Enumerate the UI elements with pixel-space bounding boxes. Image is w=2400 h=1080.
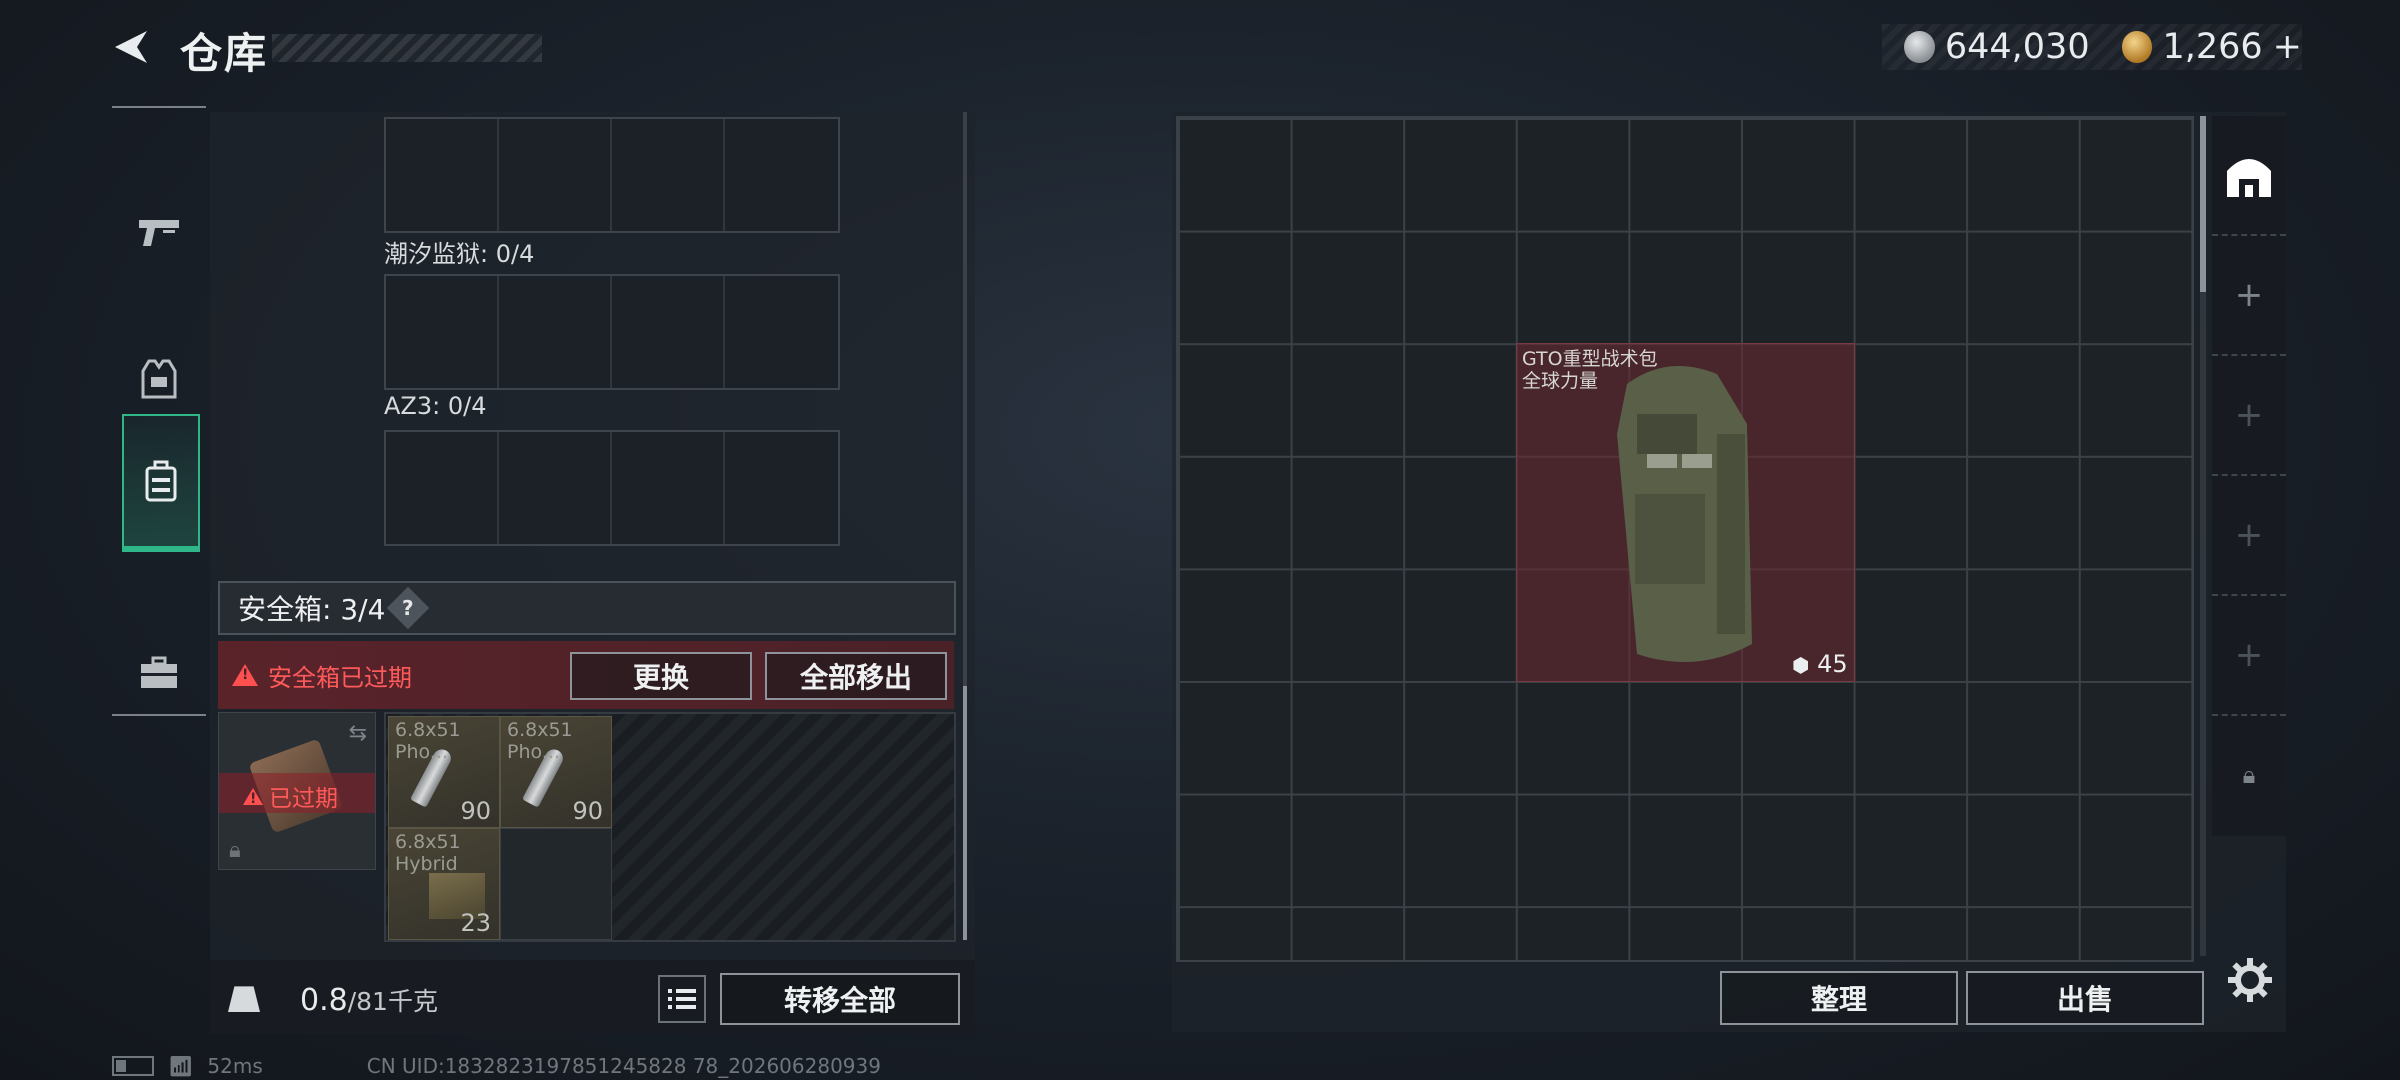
ammo-item[interactable]: 6.8x51 Hybrid 23: [388, 828, 500, 940]
tab-add-1[interactable]: +: [2212, 236, 2286, 356]
warning-icon: [232, 664, 258, 686]
user-id: CN UID:1832823197851245828 78_2026062809…: [366, 1054, 881, 1078]
item-name-text: 6.8x51 Pho...: [395, 719, 461, 763]
tab-add-3[interactable]: +: [2212, 476, 2286, 596]
back-button[interactable]: [108, 24, 154, 70]
expired-message: 安全箱已过期: [232, 658, 412, 693]
title-decoration: [272, 34, 542, 62]
transfer-all-button[interactable]: 转移全部: [720, 973, 960, 1025]
stash-home-icon: [2227, 159, 2271, 197]
tab-add-2[interactable]: +: [2212, 356, 2286, 476]
toolbox-icon: [141, 656, 177, 688]
help-button[interactable]: ?: [387, 586, 430, 630]
tactical-backpack-icon: [1617, 366, 1752, 662]
ammo-item[interactable]: 6.8x51 Pho... 90: [388, 716, 500, 828]
swap-icon[interactable]: ⇆: [349, 721, 367, 746]
weight-current: 0.8: [300, 983, 348, 1018]
nav-backpack[interactable]: [122, 414, 200, 552]
pistol-icon: [139, 220, 179, 246]
plus-icon: +: [2234, 515, 2264, 555]
plus-icon: +: [2234, 635, 2264, 675]
case-expired-status: 已过期: [243, 779, 338, 813]
vest-icon: [141, 359, 177, 399]
item-name-text: 6.8x51 Pho...: [507, 719, 573, 763]
case-expired-label: 已过期: [269, 786, 338, 812]
capacity-icon: ⬢: [1792, 653, 1810, 677]
silver-amount: 644,030: [1944, 27, 2090, 67]
safebox-capacity: 安全箱: 3/4: [238, 593, 386, 626]
weight-max: /81千克: [347, 987, 438, 1016]
wifi-icon: 📶︎: [168, 1054, 194, 1078]
item-count: 90: [572, 797, 603, 825]
replace-button[interactable]: 更换: [570, 652, 752, 700]
item-name: 6.8x51 Pho...: [395, 719, 461, 763]
help-icon: ?: [402, 595, 415, 620]
tab-locked[interactable]: 🔒︎: [2212, 716, 2286, 834]
stash-scrollbar-thumb[interactable]: [2200, 116, 2206, 292]
backpack-item[interactable]: [1516, 343, 1855, 682]
nav-tools[interactable]: [122, 608, 196, 738]
safebox-header: 安全箱: 3/4 ?: [218, 581, 956, 635]
status-footer: 📶︎ 52ms CN UID:1832823197851245828 78_20…: [112, 1054, 881, 1078]
slot-label-az3: AZ3: 0/4: [384, 392, 487, 420]
currency-bar: 644,030 1,266 +: [1882, 24, 2302, 70]
list-icon: [668, 989, 696, 1009]
equipment-nav: [112, 106, 206, 716]
carry-weight: 0.8/81千克: [300, 982, 438, 1018]
warning-icon: [243, 787, 263, 807]
item-name: GTO重型战术包 全球力量: [1522, 348, 1658, 392]
slot-label-tidal-prison: 潮汐监狱: 0/4: [384, 240, 535, 268]
safebox-case-slot[interactable]: 已过期 ⇆ 🔒︎: [218, 712, 376, 870]
capacity-value: 45: [1817, 650, 1848, 678]
gold-amount: 1,266: [2162, 27, 2263, 67]
item-name-text: 6.8x51 Hybrid: [395, 831, 461, 875]
item-count: 23: [460, 909, 491, 937]
tab-stash-home[interactable]: [2212, 116, 2286, 236]
back-arrow-icon: [115, 31, 147, 63]
container-slot-grid[interactable]: [384, 117, 840, 233]
settings-button[interactable]: [2222, 952, 2278, 1008]
plus-icon: +: [2234, 275, 2264, 315]
lock-icon: 🔒︎: [229, 838, 241, 863]
gear-icon: [2228, 958, 2272, 1002]
page-title: 仓库: [180, 29, 269, 78]
item-name: 6.8x51 Pho...: [507, 719, 573, 763]
sell-button[interactable]: 出售: [1966, 971, 2204, 1025]
container-slot-grid[interactable]: [384, 430, 840, 546]
scrollbar-thumb[interactable]: [963, 686, 967, 940]
ammo-item[interactable]: 6.8x51 Pho... 90: [500, 716, 612, 828]
remove-all-button[interactable]: 全部移出: [765, 652, 947, 700]
backpack-icon: [145, 460, 177, 502]
item-capacity: ⬢ 45: [1792, 650, 1848, 678]
safebox-grid: 6.8x51 Pho... 90 6.8x51 Pho... 90 6.8x51…: [384, 712, 956, 942]
lock-icon: 🔒︎: [2242, 761, 2256, 789]
tab-add-4[interactable]: +: [2212, 596, 2286, 716]
ping-value: 52ms: [207, 1054, 263, 1078]
stash-tabs: + + + + 🔒︎: [2212, 116, 2286, 836]
empty-slot[interactable]: [500, 828, 612, 940]
gold-coin-icon: [2121, 31, 2153, 63]
nav-weapons[interactable]: [122, 168, 196, 298]
item-name-line1: GTO重型战术包: [1522, 348, 1658, 370]
list-view-button[interactable]: [658, 975, 706, 1023]
battery-icon: [112, 1056, 154, 1076]
item-name-line2: 全球力量: [1522, 370, 1599, 392]
sort-button[interactable]: 整理: [1720, 971, 1958, 1025]
expired-label: 安全箱已过期: [268, 663, 412, 692]
item-name: 6.8x51 Hybrid: [395, 831, 461, 875]
add-currency-button[interactable]: +: [2273, 27, 2302, 67]
item-count: 90: [460, 797, 491, 825]
plus-icon: +: [2234, 395, 2264, 435]
container-slot-grid[interactable]: [384, 274, 840, 390]
silver-coin-icon: [1904, 31, 1935, 63]
